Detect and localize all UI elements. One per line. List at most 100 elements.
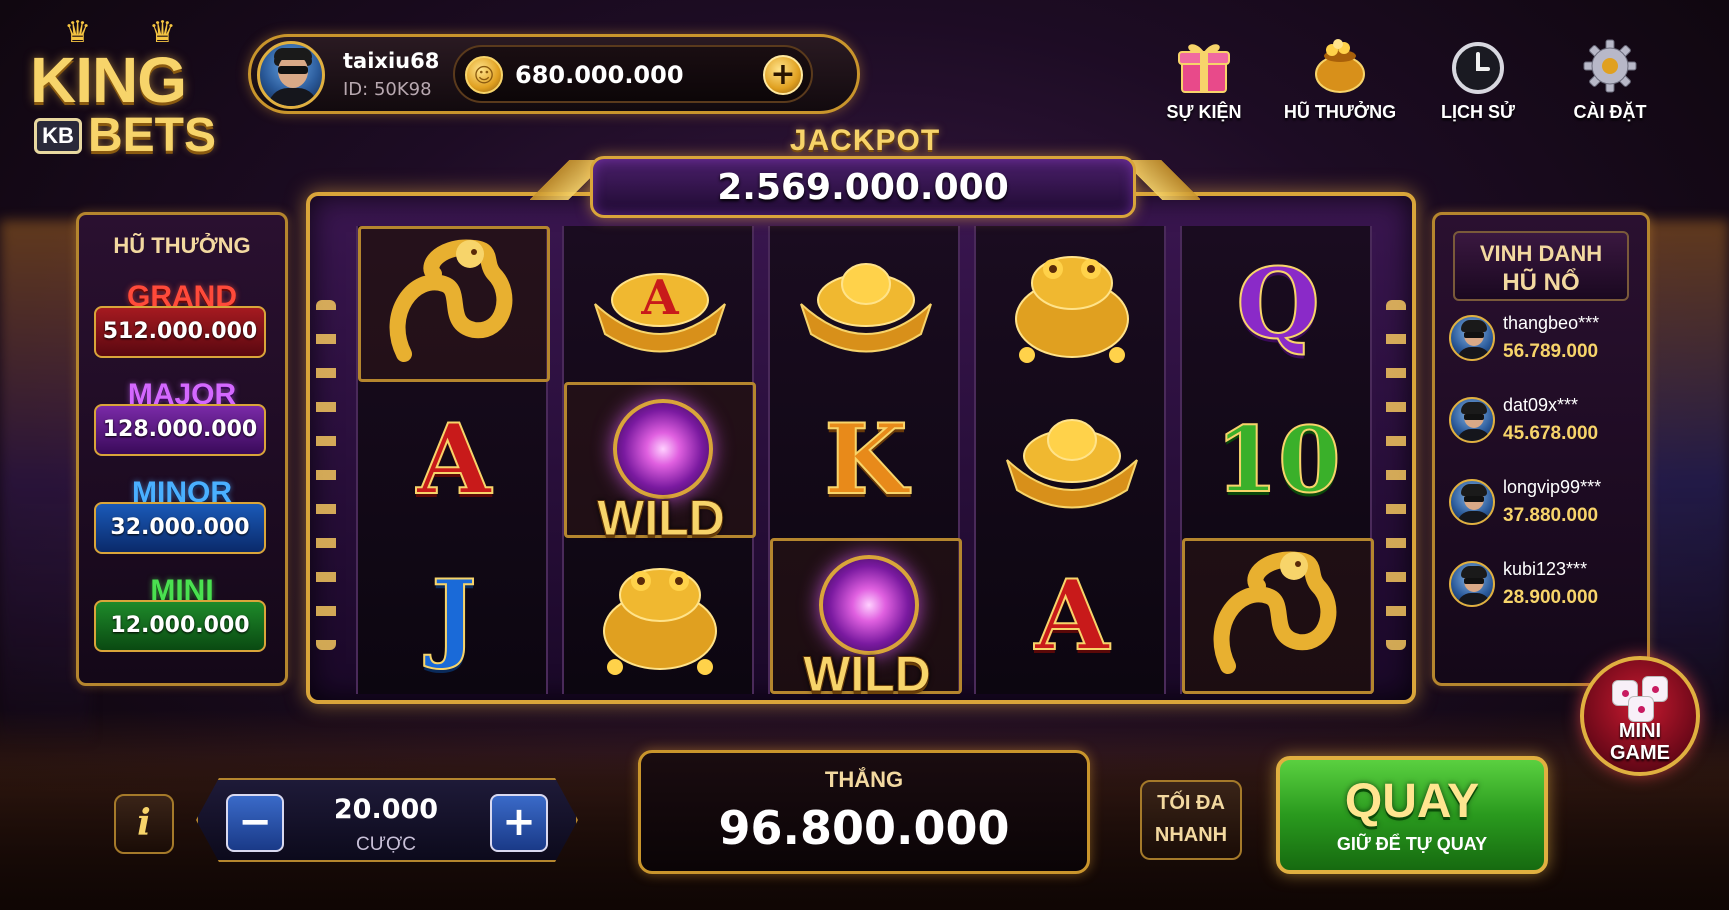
- symbol-a: A: [1034, 559, 1110, 672]
- golden-toad-icon: [603, 568, 717, 675]
- mini-game-button[interactable]: MINI GAME: [1580, 656, 1700, 776]
- gear-icon: [1583, 39, 1637, 93]
- grand-value: 512.000.000: [94, 306, 266, 358]
- gold-ingot-icon: [1006, 419, 1138, 509]
- balance-box: ☺ 680.000.000 +: [453, 45, 813, 103]
- symbol-ingot-a: A: [564, 226, 756, 382]
- winner-amount: 56.789.000: [1503, 341, 1599, 362]
- winner-name: longvip99***: [1503, 477, 1602, 497]
- win-value: 96.800.000: [718, 801, 1010, 855]
- sunglasses-icon: [278, 66, 308, 74]
- symbol-toad: [564, 538, 756, 694]
- reel-3: K WILD: [768, 226, 962, 703]
- win-display: THẮNG 96.800.000: [638, 750, 1090, 874]
- hall-of-fame-header: VINH DANH HŨ NỔ: [1453, 231, 1629, 301]
- wild-orb-icon: [613, 399, 713, 499]
- symbol-wild: WILD: [770, 538, 962, 703]
- gift-icon: [1178, 44, 1230, 93]
- logo-kb-badge: KB: [34, 118, 82, 154]
- reel-lights-right: [1386, 300, 1406, 650]
- symbol-ingot: [976, 382, 1168, 538]
- svg-text:A: A: [640, 270, 679, 326]
- symbol-ingot: [770, 226, 962, 382]
- bet-value: 20.000: [333, 794, 439, 825]
- avatar: [1449, 561, 1495, 607]
- dice-icon: [1628, 696, 1654, 722]
- symbol-k: K: [823, 403, 908, 516]
- history-label: LỊCH SỬ: [1441, 102, 1515, 122]
- balance-value: 680.000.000: [515, 61, 684, 89]
- list-item: dat09x*** 45.678.000: [1449, 391, 1645, 463]
- settings-button[interactable]: CÀI ĐẶT: [1550, 36, 1670, 132]
- reel-2: A WILD: [562, 226, 756, 694]
- symbol-dragon: [1182, 538, 1374, 694]
- major-value: 128.000.000: [94, 404, 266, 456]
- gold-ingot-icon: [800, 263, 932, 353]
- max-fast-label-2: NHANH: [1154, 824, 1228, 846]
- minor-value: 32.000.000: [94, 502, 266, 554]
- reel-lights-left: [316, 300, 336, 650]
- add-funds-button[interactable]: +: [763, 55, 803, 95]
- coin-icon: ☺: [465, 56, 503, 94]
- spin-sublabel: GIỮ ĐỂ TỰ QUAY: [1336, 834, 1488, 854]
- kingbets-logo: ♛ ♛ KING KB BETS: [30, 18, 230, 162]
- winner-name: thangbeo***: [1503, 313, 1600, 333]
- dragon-icon: [1213, 551, 1337, 674]
- increase-bet-button[interactable]: +: [490, 794, 548, 852]
- events-button[interactable]: SỰ KIỆN: [1144, 36, 1264, 132]
- reel-4: A: [974, 226, 1166, 694]
- pot-icon: [1315, 39, 1365, 93]
- max-fast-button[interactable]: TỐI ĐA NHANH: [1140, 780, 1242, 860]
- symbol-a: A: [416, 403, 492, 516]
- hall-of-fame-subtitle: HŨ NỔ: [1502, 269, 1580, 296]
- mini-game-label: MINI GAME: [1610, 720, 1670, 764]
- player-name: taixiu68: [343, 49, 440, 73]
- dragon-icon: [389, 239, 513, 362]
- jackpot-pots-button[interactable]: HŨ THƯỞNG: [1280, 36, 1400, 132]
- wild-orb-icon: [819, 555, 919, 655]
- logo-bets-text: BETS: [88, 109, 217, 162]
- history-button[interactable]: LỊCH SỬ: [1418, 36, 1538, 132]
- clock-icon: [1452, 42, 1504, 94]
- winner-amount: 45.678.000: [1503, 423, 1599, 444]
- spin-label: QUAY: [1344, 775, 1480, 828]
- jackpot-title: JACKPOT: [789, 124, 941, 157]
- bet-label: CƯỢC: [356, 834, 416, 855]
- decrease-bet-button[interactable]: −: [226, 794, 284, 852]
- player-panel: taixiu68 ID: 50K98 ☺ 680.000.000 +: [248, 34, 860, 114]
- win-label: THẮNG: [824, 767, 904, 792]
- avatar: [1449, 315, 1495, 361]
- gold-ingot-icon: A: [594, 270, 726, 353]
- winner-amount: 37.880.000: [1503, 505, 1599, 526]
- golden-toad-icon: [1015, 256, 1129, 363]
- symbol-wild: WILD: [564, 382, 756, 547]
- reel-5: Q 10: [1180, 226, 1374, 694]
- jackpot-box: 2.569.000.000: [590, 156, 1136, 218]
- hall-of-fame-title: VINH DANH: [1479, 241, 1603, 266]
- list-item: thangbeo*** 56.789.000: [1449, 309, 1645, 381]
- settings-label: CÀI ĐẶT: [1573, 102, 1647, 122]
- avatar: [1449, 397, 1495, 443]
- list-item: kubi123*** 28.900.000: [1449, 555, 1645, 627]
- symbol-dragon: [358, 226, 550, 382]
- info-button[interactable]: i: [114, 794, 174, 854]
- events-label: SỰ KIỆN: [1166, 102, 1242, 122]
- logo-king-text: KING: [30, 44, 187, 116]
- symbol-j: J: [430, 559, 477, 672]
- symbol-q: Q: [1235, 247, 1321, 360]
- winner-name: dat09x***: [1503, 395, 1579, 415]
- spin-button[interactable]: QUAY GIỮ ĐỂ TỰ QUAY: [1276, 756, 1548, 874]
- avatar[interactable]: [257, 41, 325, 109]
- tiers-title: HŨ THƯỞNG: [113, 233, 251, 258]
- hall-of-fame-panel: VINH DANH HŨ NỔ thangbeo*** 56.789.000 d…: [1432, 212, 1650, 686]
- symbol-10: 10: [1214, 407, 1341, 513]
- jackpot-value: 2.569.000.000: [717, 167, 1009, 208]
- jackpot-pots-label: HŨ THƯỞNG: [1283, 102, 1397, 122]
- list-item: longvip99*** 37.880.000: [1449, 473, 1645, 545]
- symbol-toad: [976, 226, 1168, 382]
- reel-1: A J: [356, 226, 550, 694]
- winner-amount: 28.900.000: [1503, 587, 1599, 608]
- max-fast-label-1: TỐI ĐA: [1157, 792, 1225, 814]
- player-id: ID: 50K98: [343, 79, 432, 100]
- mini-value: 12.000.000: [94, 600, 266, 652]
